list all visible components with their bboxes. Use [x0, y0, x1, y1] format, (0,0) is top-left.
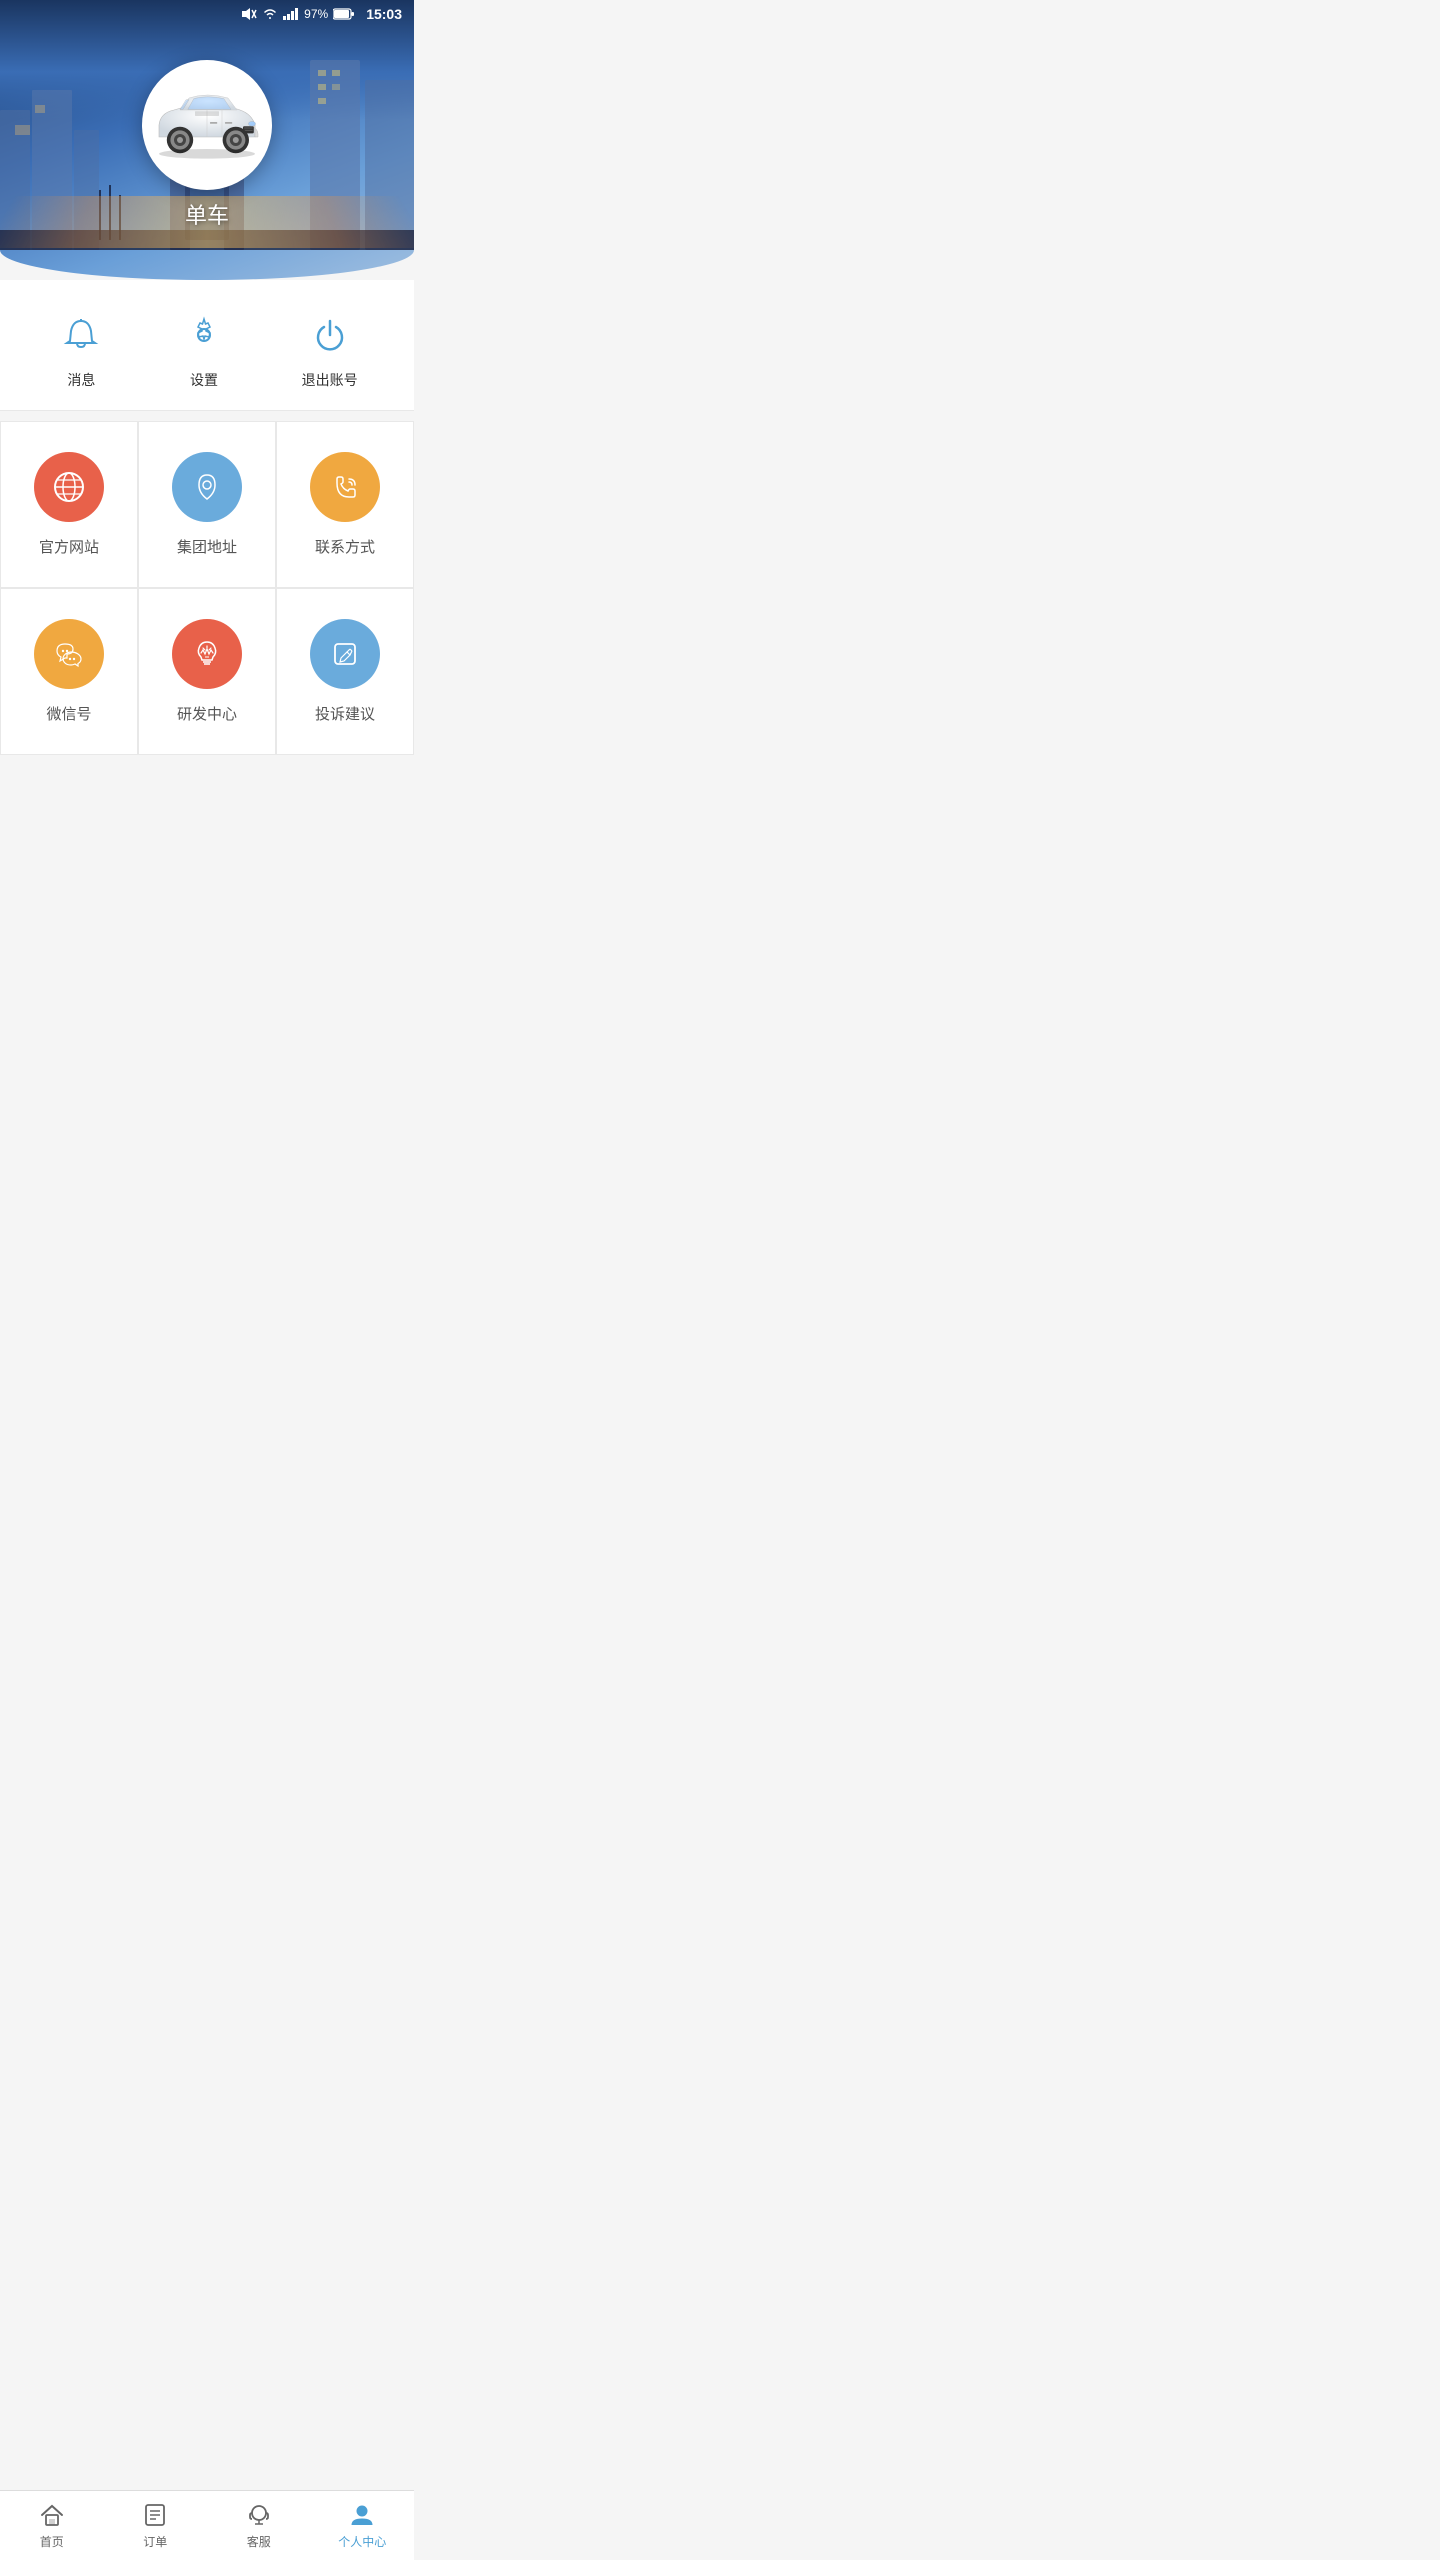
power-icon [305, 310, 355, 360]
wifi-icon [262, 8, 278, 20]
logout-action[interactable]: 退出账号 [302, 310, 358, 390]
complaints-label: 投诉建议 [315, 703, 375, 724]
gear-icon [179, 310, 229, 360]
complaints-item[interactable]: 投诉建议 [276, 588, 414, 755]
nav-orders-label: 订单 [143, 2533, 167, 2550]
car-name: 单车 [0, 198, 414, 230]
battery-icon [333, 8, 355, 20]
bell-icon [56, 310, 106, 360]
contact-label: 联系方式 [315, 536, 375, 557]
home-icon [38, 2501, 66, 2529]
signal-icon [283, 8, 299, 20]
edit-icon-circle [310, 619, 380, 689]
nav-profile-label: 个人中心 [338, 2533, 386, 2550]
wechat-label: 微信号 [46, 703, 91, 724]
rnd-center-label: 研发中心 [177, 703, 237, 724]
nav-home[interactable]: 首页 [0, 2501, 104, 2550]
messages-action[interactable]: 消息 [56, 310, 106, 390]
car-image [147, 75, 267, 175]
profile-icon [348, 2501, 376, 2529]
contact-item[interactable]: 联系方式 [276, 421, 414, 588]
group-address-label: 集团地址 [177, 536, 237, 557]
bottom-navigation: 首页 订单 客服 个人中心 [0, 2490, 414, 2560]
service-icon [245, 2501, 273, 2529]
quick-actions-bar: 消息 设置 退出账号 [0, 280, 414, 411]
grid-menu: 官方网站 集团地址 联系方式 [0, 421, 414, 755]
wechat-icon-circle [34, 619, 104, 689]
official-website-label: 官方网站 [39, 536, 99, 557]
nav-service-label: 客服 [247, 2533, 271, 2550]
rnd-center-item[interactable]: 研发中心 [138, 588, 276, 755]
settings-label: 设置 [190, 370, 218, 390]
messages-label: 消息 [67, 370, 95, 390]
location-icon-circle [172, 452, 242, 522]
group-address-item[interactable]: 集团地址 [138, 421, 276, 588]
hero-section: 单车 [0, 0, 414, 280]
nav-home-label: 首页 [40, 2533, 64, 2550]
logout-label: 退出账号 [302, 370, 358, 390]
car-avatar [142, 60, 272, 190]
globe-icon-circle [34, 452, 104, 522]
nav-profile[interactable]: 个人中心 [311, 2501, 415, 2550]
official-website-item[interactable]: 官方网站 [0, 421, 138, 588]
status-time: 15:03 [366, 6, 402, 22]
bulb-icon-circle [172, 619, 242, 689]
mute-icon [241, 7, 257, 21]
status-icons: 97% 15:03 [241, 6, 402, 22]
status-bar: 97% 15:03 [0, 0, 414, 28]
settings-action[interactable]: 设置 [179, 310, 229, 390]
nav-orders[interactable]: 订单 [104, 2501, 208, 2550]
orders-icon [141, 2501, 169, 2529]
battery-text: 97% [304, 7, 328, 21]
nav-service[interactable]: 客服 [207, 2501, 311, 2550]
wechat-item[interactable]: 微信号 [0, 588, 138, 755]
phone-icon-circle [310, 452, 380, 522]
